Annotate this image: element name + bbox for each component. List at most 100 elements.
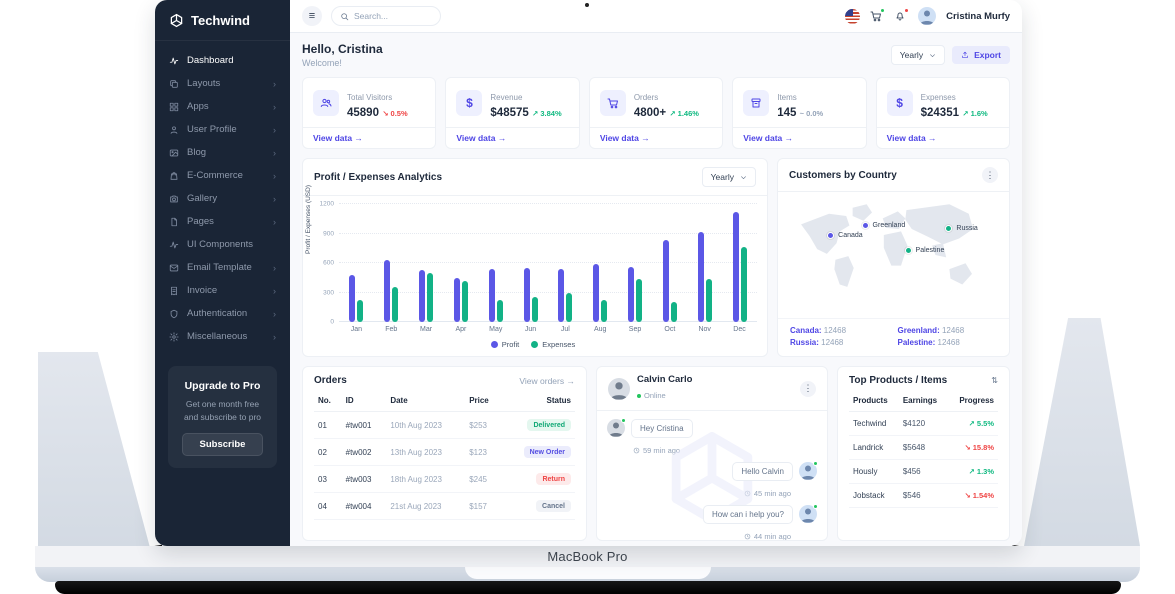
user-name[interactable]: Cristina Murfy [946,11,1010,22]
presence-dot [813,461,818,466]
sidebar-item-blog[interactable]: Blog› [155,141,290,164]
sidebar-item-authentication[interactable]: Authentication› [155,302,290,325]
bar-expenses-aug [601,300,607,322]
menu-toggle-button[interactable]: ≡ [302,6,322,26]
stat-card-revenue: $Revenue$48575 ↗ 3.84%View data → [445,77,579,149]
bar-group-apr [443,204,478,322]
sidebar-item-label: Pages [187,216,214,227]
sidebar-item-apps[interactable]: Apps› [155,95,290,118]
bar-group-mar [409,204,444,322]
x-tick-label: May [478,326,513,333]
stat-label: Total Visitors [347,93,392,102]
bar-profit-apr [454,278,460,322]
laptop-notch [465,567,711,579]
x-tick-label: Aug [583,326,618,333]
export-label: Export [974,50,1001,60]
box-icon [743,90,769,116]
export-button[interactable]: Export [952,46,1010,64]
chat-messages: Hey Cristina59 min agoHello Calvin45 min… [597,411,827,540]
upgrade-card: Upgrade to Pro Get one month free and su… [168,366,277,468]
bar-group-jun [513,204,548,322]
user-avatar[interactable] [918,7,936,25]
view-orders-link[interactable]: View orders → [519,376,575,386]
clock-icon [744,533,751,540]
sidebar-item-label: E-Commerce [187,170,243,181]
chart-period-select[interactable]: Yearly [702,167,756,187]
notifications-button[interactable] [894,9,908,23]
file-icon [169,217,179,227]
sidebar-item-layouts[interactable]: Layouts› [155,72,290,95]
bar-profit-sep [628,267,634,322]
chevron-right-icon: › [273,263,276,273]
message-bubble: Hey Cristina [631,419,693,438]
search-box[interactable] [331,6,441,26]
sidebar-item-user-profile[interactable]: User Profile› [155,118,290,141]
world-map: Canada Greenland Russia Palestine [786,196,1001,314]
sidebar-item-email-template[interactable]: Email Template› [155,256,290,279]
chat-contact-avatar[interactable] [608,378,630,400]
brand-logo[interactable]: Techwind [155,0,290,41]
sidebar-item-pages[interactable]: Pages› [155,210,290,233]
chevron-right-icon: › [273,194,276,204]
orders-col-header: Status [502,390,575,412]
sort-icon[interactable]: ⇅ [991,376,998,385]
bar-group-dec [722,204,757,322]
view-data-link[interactable]: View data → [590,127,722,148]
sidebar-item-label: Dashboard [187,55,233,66]
bar-expenses-feb [392,287,398,322]
us-flag-icon[interactable] [845,9,860,24]
view-data-link[interactable]: View data → [877,127,1009,148]
bar-expenses-jul [566,293,572,323]
legend-item-profit[interactable]: Profit [491,340,520,349]
chart-legend: Profit Expenses [309,340,757,349]
legend-item-expenses[interactable]: Expenses [531,340,575,349]
sidebar-item-ui-components[interactable]: UI Components [155,233,290,256]
presence-dot [621,418,626,423]
map-marker-palestine[interactable]: Palestine [905,247,945,254]
chart-x-axis: JanFebMarAprMayJunJulAugSepOctNovDec [339,326,757,333]
view-data-link[interactable]: View data → [303,127,435,148]
sidebar-item-miscellaneous[interactable]: Miscellaneous› [155,325,290,348]
sidebar-item-gallery[interactable]: Gallery › [155,187,290,210]
subscribe-button[interactable]: Subscribe [182,433,264,456]
status-badge: Cancel [536,500,571,512]
period-select[interactable]: Yearly [891,45,945,65]
x-tick-label: Jul [548,326,583,333]
product-row-hously: Hously$456↗ 1.3% [849,460,998,484]
map-marker-greenland[interactable]: Greenland [862,222,906,229]
stat-value: 145 ~ 0.0% [777,107,823,119]
chart-plot-area: 03006009001200 [339,204,757,322]
map-title: Customers by Country [789,170,897,181]
analytics-panel: Profit / Expenses Analytics Yearly Profi… [302,158,768,357]
x-tick-label: Jun [513,326,548,333]
sidebar-item-dashboard[interactable]: Dashboard [155,49,290,72]
cart-button[interactable] [870,9,884,23]
chat-panel: Calvin Carlo Online ⋮ Hey Cristina59 min… [596,366,828,541]
view-data-link[interactable]: View data → [446,127,578,148]
map-marker-russia[interactable]: Russia [945,225,977,232]
search-input[interactable] [354,11,424,21]
bar-expenses-oct [671,302,677,322]
orders-panel: Orders View orders → No.IDDatePriceStatu… [302,366,587,541]
bar-profit-aug [593,264,599,322]
map-marker-canada[interactable]: Canada [827,232,863,239]
message-bubble: How can i help you? [703,505,793,524]
sidebar-item-e-commerce[interactable]: E-Commerce› [155,164,290,187]
dashboard-content: Hello, Cristina Welcome! Yearly Export [290,33,1022,546]
stat-label: Expenses [921,93,956,102]
cart-badge-dot [880,8,885,13]
map-menu-button[interactable]: ⋮ [982,167,998,183]
analytics-title: Profit / Expenses Analytics [314,172,442,183]
chat-menu-button[interactable]: ⋮ [800,381,816,397]
y-tick-label: 600 [323,260,334,267]
chart-bars [339,204,757,322]
camera-icon [169,194,179,204]
view-data-link[interactable]: View data → [733,127,865,148]
marker-dot [862,222,869,229]
bar-expenses-apr [462,281,468,322]
chat-message-left: Hey Cristina [607,419,817,442]
sidebar-item-label: Blog [187,147,206,158]
message-time: 44 min ago [607,532,791,540]
sidebar-item-invoice[interactable]: Invoice› [155,279,290,302]
sidebar-item-label: Gallery [187,193,217,204]
